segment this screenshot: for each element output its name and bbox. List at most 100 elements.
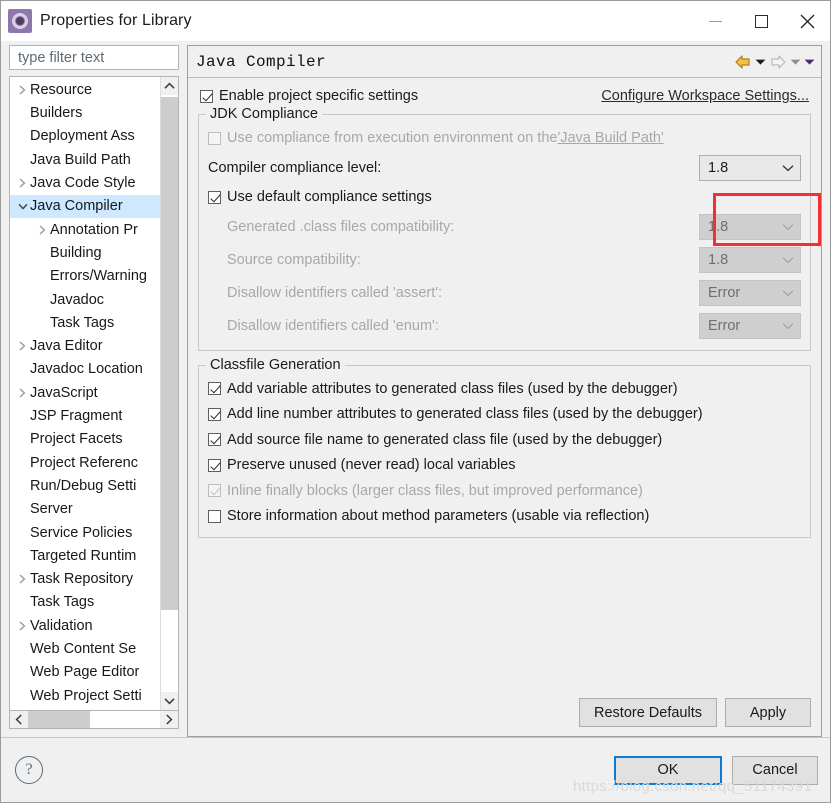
- sidebar-item-label: Run/Debug Setti: [30, 477, 137, 494]
- sidebar-item-project-referenc[interactable]: Project Referenc: [10, 451, 160, 474]
- search-input[interactable]: [16, 48, 172, 67]
- classfile-option-checkbox[interactable]: Add variable attributes to generated cla…: [208, 376, 801, 402]
- classfile-option-label: Add line number attributes to generated …: [227, 406, 703, 422]
- use-default-compliance-settings-label: Use default compliance settings: [227, 188, 432, 205]
- sidebar-item-javascript[interactable]: JavaScript: [10, 381, 160, 404]
- sidebar-item-validation[interactable]: Validation: [10, 614, 160, 637]
- sidebar-item-javadoc[interactable]: Javadoc: [10, 288, 160, 311]
- sidebar-item-run-debug-setti[interactable]: Run/Debug Setti: [10, 474, 160, 497]
- classfile-option-label: Add variable attributes to generated cla…: [227, 380, 678, 397]
- compliance-detail-rows: Generated .class files compatibility: 1.8…: [208, 210, 801, 342]
- sidebar-item-deployment-ass[interactable]: Deployment Ass: [10, 125, 160, 148]
- help-icon[interactable]: ?: [15, 756, 43, 784]
- sidebar-item-jsp-fragment[interactable]: JSP Fragment: [10, 404, 160, 427]
- settings-tree[interactable]: Resource Builders Deployment Ass Java Build…: [9, 76, 179, 711]
- sidebar-item-task-tags[interactable]: Task Tags: [10, 591, 160, 614]
- configure-workspace-settings-link[interactable]: Configure Workspace Settings...: [601, 88, 811, 104]
- checkbox-box: [208, 509, 221, 523]
- scroll-left-icon[interactable]: [10, 711, 28, 728]
- tree-hscroll-track[interactable]: [28, 711, 160, 728]
- tree-scroll-thumb[interactable]: [161, 97, 178, 611]
- watermark: https://blog.csdn.net/qq_51174391: [573, 778, 812, 795]
- sidebar-item-task-tags[interactable]: Task Tags: [10, 311, 160, 334]
- compliance-row-label: Disallow identifiers called 'enum':: [227, 317, 439, 334]
- compliance-row-label: Generated .class files compatibility:: [227, 218, 455, 235]
- compliance-row: Disallow identifiers called 'assert': Err…: [208, 276, 801, 309]
- chevron-right-icon[interactable]: [35, 224, 50, 236]
- sidebar-item-annotation-pr[interactable]: Annotation Pr: [10, 218, 160, 241]
- sidebar-item-label: JSP Fragment: [30, 408, 123, 425]
- enable-project-specific-settings-label: Enable project specific settings: [219, 87, 419, 104]
- back-arrow-icon[interactable]: [734, 54, 752, 70]
- sidebar-item-building[interactable]: Building: [10, 241, 160, 264]
- back-history-dropdown-icon[interactable]: [755, 58, 766, 66]
- tree-horizontal-scrollbar[interactable]: [9, 711, 179, 729]
- minimize-button[interactable]: [692, 1, 738, 41]
- sidebar-item-builders[interactable]: Builders: [10, 102, 160, 125]
- chevron-right-icon[interactable]: [15, 387, 30, 399]
- view-menu-dropdown-icon[interactable]: [804, 58, 815, 66]
- compiler-compliance-level-label: Compiler compliance level:: [208, 159, 382, 176]
- page-title: Java Compiler: [196, 52, 327, 71]
- apply-button[interactable]: Apply: [725, 698, 811, 727]
- tree-list[interactable]: Resource Builders Deployment Ass Java Build…: [10, 77, 160, 710]
- compliance-row-value: Error: [708, 284, 741, 301]
- scroll-down-icon[interactable]: [161, 692, 178, 710]
- sidebar-item-web-content-se[interactable]: Web Content Se: [10, 637, 160, 660]
- sidebar-item-label: Resource: [30, 81, 93, 98]
- enable-project-specific-settings-checkbox[interactable]: Enable project specific settings: [200, 89, 418, 104]
- chevron-right-icon[interactable]: [15, 573, 30, 585]
- sidebar-item-java-code-style[interactable]: Java Code Style: [10, 171, 160, 194]
- chevron-right-icon[interactable]: [15, 620, 30, 632]
- compliance-row-select: Error: [699, 312, 801, 339]
- scroll-right-icon[interactable]: [160, 711, 178, 728]
- filter-box[interactable]: [9, 45, 179, 71]
- sidebar-item-java-compiler[interactable]: Java Compiler: [10, 194, 160, 219]
- tree-vertical-scrollbar[interactable]: [160, 77, 178, 710]
- close-button[interactable]: [784, 1, 830, 41]
- sidebar-item-web-page-editor[interactable]: Web Page Editor: [10, 661, 160, 684]
- compiler-compliance-level-row: Compiler compliance level: 1.8: [208, 151, 801, 184]
- classfile-option-checkbox[interactable]: Preserve unused (never read) local varia…: [208, 453, 801, 479]
- maximize-button[interactable]: [738, 1, 784, 41]
- tree-hscroll-thumb[interactable]: [28, 711, 91, 728]
- use-execution-environment-label: Use compliance from execution environmen…: [227, 129, 558, 146]
- checkbox-box: [208, 484, 221, 498]
- checkbox-box: [208, 407, 221, 421]
- sidebar-item-label: Java Code Style: [30, 175, 136, 192]
- sidebar-item-targeted-runtim[interactable]: Targeted Runtim: [10, 544, 160, 567]
- settings-tree-pane: Resource Builders Deployment Ass Java Build…: [1, 41, 187, 737]
- sidebar-item-resource[interactable]: Resource: [10, 78, 160, 101]
- forward-history-dropdown-icon: [790, 58, 801, 66]
- sidebar-item-wikitext[interactable]: WikiText: [10, 707, 160, 710]
- sidebar-item-javadoc-location[interactable]: Javadoc Location: [10, 358, 160, 381]
- sidebar-item-label: Java Build Path: [30, 151, 131, 168]
- chevron-down-icon[interactable]: [15, 202, 30, 211]
- tree-scroll-track[interactable]: [161, 95, 178, 692]
- sidebar-item-task-repository[interactable]: Task Repository: [10, 567, 160, 590]
- use-default-compliance-settings-checkbox[interactable]: Use default compliance settings: [208, 184, 801, 210]
- compliance-row-select: Error: [699, 279, 801, 306]
- classfile-option-checkbox[interactable]: Add source file name to generated class …: [208, 427, 801, 453]
- page-action-buttons: Restore Defaults Apply: [188, 698, 821, 736]
- chevron-right-icon[interactable]: [15, 177, 30, 189]
- sidebar-item-web-project-setti[interactable]: Web Project Setti: [10, 684, 160, 707]
- restore-defaults-button[interactable]: Restore Defaults: [579, 698, 717, 727]
- chevron-right-icon[interactable]: [15, 84, 30, 96]
- compliance-row-value: Error: [708, 317, 741, 334]
- sidebar-item-project-facets[interactable]: Project Facets: [10, 428, 160, 451]
- chevron-down-icon: [782, 289, 794, 297]
- classfile-option-checkbox[interactable]: Store information about method parameter…: [208, 504, 801, 530]
- scroll-up-icon[interactable]: [161, 77, 178, 96]
- sidebar-item-server[interactable]: Server: [10, 498, 160, 521]
- sidebar-item-label: JavaScript: [30, 384, 98, 401]
- sidebar-item-java-build-path[interactable]: Java Build Path: [10, 148, 160, 171]
- compiler-compliance-level-select[interactable]: 1.8: [699, 154, 801, 181]
- chevron-right-icon[interactable]: [15, 340, 30, 352]
- classfile-option-checkbox[interactable]: Add line number attributes to generated …: [208, 402, 801, 428]
- sidebar-item-java-editor[interactable]: Java Editor: [10, 335, 160, 358]
- sidebar-item-service-policies[interactable]: Service Policies: [10, 521, 160, 544]
- use-execution-environment-checkbox[interactable]: Use compliance from execution environmen…: [208, 125, 801, 151]
- sidebar-item-errors-warning[interactable]: Errors/Warning: [10, 265, 160, 288]
- java-build-path-link[interactable]: 'Java Build Path': [557, 131, 663, 146]
